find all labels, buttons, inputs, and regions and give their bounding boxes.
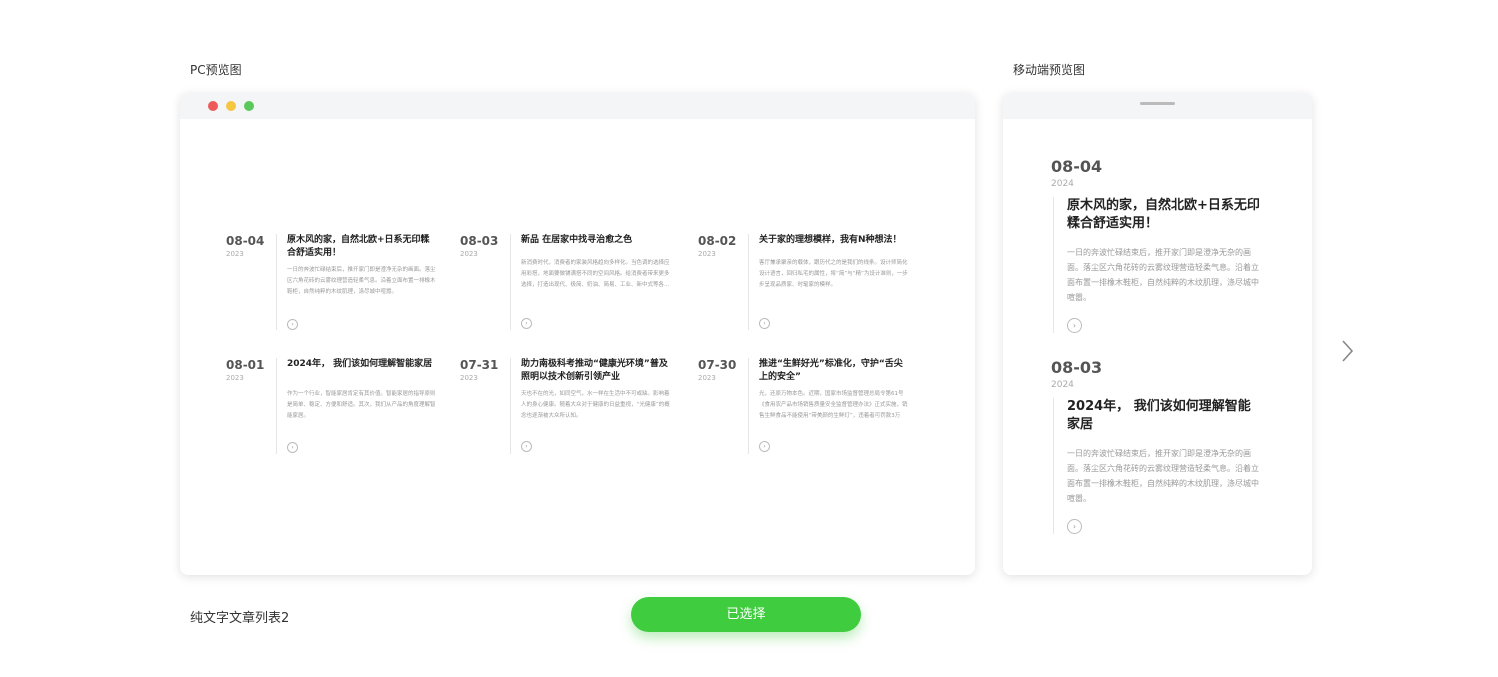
divider <box>510 234 511 330</box>
circle-arrow-icon[interactable]: › <box>1067 519 1082 534</box>
article-date: 07-31 <box>460 358 499 372</box>
article-date: 08-03 <box>1051 358 1103 377</box>
pc-article-item[interactable]: 07-30 2023 推进“生鲜好光”标准化，守护“舌尖上的安全” 光，还原万物… <box>698 358 922 458</box>
article-title[interactable]: 关于家的理想模样，我有N种想法！ <box>759 234 909 247</box>
article-summary: 一日的奔波忙碌结束后，推开家门即是澄净无杂的画面。落尘区六角花砖的云雾纹理营造轻… <box>1067 248 1259 302</box>
article-summary: 一日的奔波忙碌结束后，推开家门即是澄净无杂的画面。落尘区六角花砖的云雾纹理营造轻… <box>287 267 436 295</box>
article-date: 08-02 <box>698 234 737 248</box>
divider <box>510 358 511 454</box>
chevron-right-icon[interactable] <box>1338 338 1358 364</box>
pc-article-item[interactable]: 08-03 2023 新品 在居家中找寻治愈之色 新消费时代，消费者的家装风格趋… <box>460 234 684 334</box>
selected-button[interactable]: 已选择 <box>631 597 861 632</box>
minimize-dot-icon <box>226 101 236 111</box>
article-date: 07-30 <box>698 358 737 372</box>
divider <box>748 358 749 454</box>
article-title[interactable]: 原木风的家，自然北欧+日系无印糅合舒适实用！ <box>1067 197 1263 233</box>
article-year: 2024 <box>1051 380 1074 390</box>
pc-article-item[interactable]: 08-04 2023 原木风的家，自然北欧+日系无印糅合舒适实用！ 一日的奔波忙… <box>226 234 450 334</box>
pc-article-item[interactable]: 08-01 2023 2024年， 我们该如何理解智能家居 作为一个行业，智能家… <box>226 358 450 458</box>
mobile-preview-label: 移动端预览图 <box>1013 63 1086 77</box>
circle-arrow-icon[interactable]: › <box>521 441 532 452</box>
circle-arrow-icon[interactable]: › <box>287 319 298 330</box>
mobile-article-item[interactable]: 08-03 2024 2024年， 我们该如何理解智能家居 一日的奔波忙碌结束后… <box>1051 358 1263 538</box>
article-date: 08-04 <box>226 234 265 248</box>
article-year: 2023 <box>698 250 716 258</box>
circle-arrow-icon[interactable]: › <box>521 318 532 329</box>
circle-arrow-icon[interactable]: › <box>759 441 770 452</box>
pc-article-item[interactable]: 07-31 2023 助力南极科考推动“健康光环境”普及 照明以技术创新引领产业… <box>460 358 684 458</box>
article-year: 2023 <box>460 250 478 258</box>
circle-arrow-icon[interactable]: › <box>287 442 298 453</box>
divider <box>748 234 749 330</box>
template-name-label: 纯文字文章列表2 <box>190 611 290 626</box>
divider <box>1053 197 1054 333</box>
divider <box>1053 398 1054 534</box>
article-title[interactable]: 2024年， 我们该如何理解智能家居 <box>287 358 437 371</box>
article-year: 2023 <box>460 374 478 382</box>
mobile-top-bar <box>1003 93 1312 119</box>
article-summary: 新消费时代，消费者的家装风格趋向多样化。当色调的选择应用彩搭，地面要做铺满搭不同… <box>521 260 670 288</box>
article-year: 2023 <box>226 374 244 382</box>
article-summary: 客厅兼承聚亲的载体，跟历代之的是我们的线条。设计师简化设计语言，回归私宅的属性，… <box>759 260 908 288</box>
article-title[interactable]: 新品 在居家中找寻治愈之色 <box>521 234 671 247</box>
mobile-preview-window: 08-04 2024 原木风的家，自然北欧+日系无印糅合舒适实用！ 一日的奔波忙… <box>1003 93 1312 575</box>
divider <box>276 234 277 330</box>
article-title[interactable]: 2024年， 我们该如何理解智能家居 <box>1067 398 1263 434</box>
close-dot-icon <box>208 101 218 111</box>
circle-arrow-icon[interactable]: › <box>1067 318 1082 333</box>
window-title-bar <box>180 93 975 119</box>
article-summary: 天也不在的光，如同空气，水一样在生活中不可或缺。影响着人的身心健康。随着大众对于… <box>521 391 670 419</box>
article-date: 08-04 <box>1051 157 1103 176</box>
phone-speaker-icon <box>1140 102 1175 105</box>
article-date: 08-01 <box>226 358 265 372</box>
article-title[interactable]: 原木风的家，自然北欧+日系无印糅合舒适实用！ <box>287 234 437 260</box>
article-summary: 一日的奔波忙碌结束后，推开家门即是澄净无杂的画面。落尘区六角花砖的云雾纹理营造轻… <box>1067 449 1259 503</box>
article-title[interactable]: 推进“生鲜好光”标准化，守护“舌尖上的安全” <box>759 358 909 384</box>
pc-article-item[interactable]: 08-02 2023 关于家的理想模样，我有N种想法！ 客厅兼承聚亲的载体，跟历… <box>698 234 922 334</box>
article-year: 2023 <box>226 250 244 258</box>
pc-preview-window: 08-04 2023 原木风的家，自然北欧+日系无印糅合舒适实用！ 一日的奔波忙… <box>180 93 975 575</box>
article-summary: 作为一个行业，智能家居肯定有其价值。智能家居的指导原则是简单、稳定、方便和舒适。… <box>287 391 436 419</box>
article-year: 2024 <box>1051 179 1074 189</box>
pc-preview-label: PC预览图 <box>190 63 242 77</box>
article-year: 2023 <box>698 374 716 382</box>
article-date: 08-03 <box>460 234 499 248</box>
article-title[interactable]: 助力南极科考推动“健康光环境”普及 照明以技术创新引领产业 <box>521 358 671 384</box>
mobile-article-item[interactable]: 08-04 2024 原木风的家，自然北欧+日系无印糅合舒适实用！ 一日的奔波忙… <box>1051 157 1263 337</box>
article-summary: 光，还原万物本色。近期，国家市场监督管理总局令第61号《食用农产品市场销售质量安… <box>759 391 908 419</box>
circle-arrow-icon[interactable]: › <box>759 318 770 329</box>
maximize-dot-icon <box>244 101 254 111</box>
divider <box>276 358 277 454</box>
